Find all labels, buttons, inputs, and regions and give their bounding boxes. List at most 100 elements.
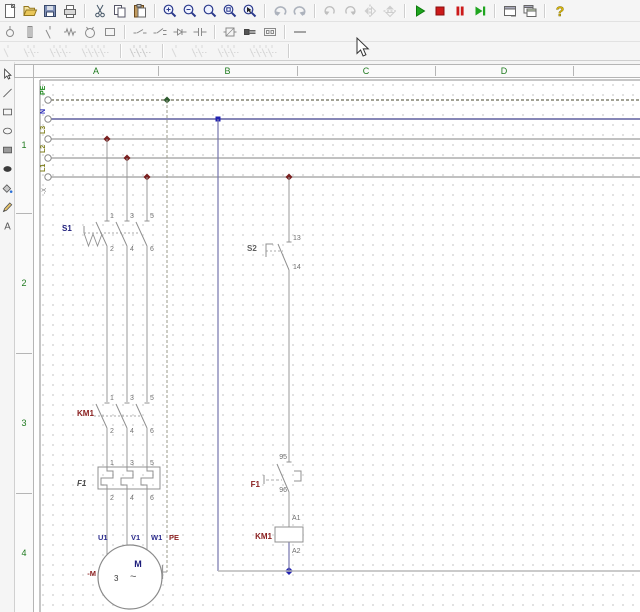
- flip-horizontal-button[interactable]: [360, 2, 380, 20]
- rectangle-tool-icon: [1, 104, 14, 120]
- column-tick: [573, 66, 574, 76]
- zoom-window-icon: [202, 3, 218, 19]
- filled-ellipse-tool-button[interactable]: [1, 159, 14, 178]
- select-button[interactable]: [1, 64, 14, 83]
- diode-icon: [172, 24, 188, 40]
- io-module-button[interactable]: [260, 23, 280, 41]
- connector-icon: [242, 24, 258, 40]
- svg-text:?: ?: [556, 3, 565, 19]
- fill-color-button[interactable]: [1, 178, 14, 197]
- terminal-icon: [2, 24, 18, 40]
- print-button[interactable]: [60, 2, 80, 20]
- wire-button[interactable]: [290, 23, 310, 41]
- zoom-page-icon: [222, 3, 238, 19]
- zoom-out-icon: [182, 3, 198, 19]
- paste-button[interactable]: [130, 2, 150, 20]
- ellipse-tool-button[interactable]: [1, 121, 14, 140]
- fuse-button[interactable]: [20, 23, 40, 41]
- save-icon: [42, 3, 58, 19]
- cascade-windows-button[interactable]: [520, 2, 540, 20]
- breaker-4p-button[interactable]: [78, 42, 116, 60]
- zoom-window-button[interactable]: [200, 2, 220, 20]
- switch-icon: [42, 24, 58, 40]
- toolbar-separator: [314, 4, 316, 18]
- open-button[interactable]: [20, 2, 40, 20]
- rotate-right-button[interactable]: [340, 2, 360, 20]
- stop-icon: [432, 3, 448, 19]
- switch-2p-button[interactable]: [188, 42, 214, 60]
- contacts-toolbar: [0, 42, 640, 61]
- undo-button[interactable]: [270, 2, 290, 20]
- breaker-2p-icon: [22, 43, 44, 59]
- symbols-toolbar: [0, 22, 640, 42]
- run-button[interactable]: [410, 2, 430, 20]
- filled-ellipse-tool-icon: [1, 161, 14, 177]
- step-button[interactable]: [470, 2, 490, 20]
- open-icon: [22, 3, 38, 19]
- rotate-left-icon: [322, 3, 338, 19]
- flip-vertical-button[interactable]: [380, 2, 400, 20]
- zoom-page-button[interactable]: [220, 2, 240, 20]
- ruler-corner: [14, 64, 34, 78]
- cut-button[interactable]: [90, 2, 110, 20]
- switch-3p-button[interactable]: [214, 42, 246, 60]
- resistor-icon: [62, 24, 78, 40]
- disconnector-3p-button[interactable]: [126, 42, 158, 60]
- switch-button[interactable]: [40, 23, 60, 41]
- switch-4p-icon: [248, 43, 282, 59]
- diode-button[interactable]: [170, 23, 190, 41]
- text-tool-icon: A: [1, 218, 14, 234]
- resistor-button[interactable]: [60, 23, 80, 41]
- row-tick: [16, 213, 32, 214]
- breaker-2p-button[interactable]: [20, 42, 46, 60]
- motor-symbol-button[interactable]: [80, 23, 100, 41]
- capacitor-icon: [192, 24, 208, 40]
- row-ruler: 1234: [14, 78, 34, 612]
- pencil-icon: [1, 199, 14, 215]
- flip-horizontal-icon: [362, 3, 378, 19]
- breaker-1p-button[interactable]: [0, 42, 20, 60]
- rectangle-tool-button[interactable]: [1, 102, 14, 121]
- switch-1p-button[interactable]: [168, 42, 188, 60]
- terminal-button[interactable]: [0, 23, 20, 41]
- zoom-pointer-button[interactable]: [240, 2, 260, 20]
- redo-button[interactable]: [290, 2, 310, 20]
- rotate-left-button[interactable]: [320, 2, 340, 20]
- ellipse-tool-icon: [1, 123, 14, 139]
- io-module-icon: [262, 24, 278, 40]
- disconnector-3p-icon: [128, 43, 156, 59]
- relay-button[interactable]: [220, 23, 240, 41]
- contact-changeover-button[interactable]: [150, 23, 170, 41]
- line-tool-button[interactable]: [1, 83, 14, 102]
- breaker-1p-icon: [2, 43, 18, 59]
- column-label: B: [158, 65, 297, 77]
- copy-button[interactable]: [110, 2, 130, 20]
- text-tool-button[interactable]: A: [1, 216, 14, 235]
- run-icon: [412, 3, 428, 19]
- column-header: ABCDE: [34, 64, 640, 78]
- new-window-button[interactable]: [500, 2, 520, 20]
- pencil-button[interactable]: [1, 197, 14, 216]
- stop-button[interactable]: [430, 2, 450, 20]
- switch-4p-button[interactable]: [246, 42, 284, 60]
- connector-button[interactable]: [240, 23, 260, 41]
- box-button[interactable]: [100, 23, 120, 41]
- save-button[interactable]: [40, 2, 60, 20]
- capacitor-button[interactable]: [190, 23, 210, 41]
- svg-text:A: A: [4, 221, 11, 232]
- schematic-canvas[interactable]: [34, 78, 640, 612]
- filled-rectangle-tool-button[interactable]: [1, 140, 14, 159]
- cascade-windows-icon: [522, 3, 538, 19]
- contact-no-button[interactable]: [130, 23, 150, 41]
- pause-button[interactable]: [450, 2, 470, 20]
- row-tick: [16, 353, 32, 354]
- contact-no-icon: [132, 24, 148, 40]
- zoom-in-button[interactable]: [160, 2, 180, 20]
- flip-vertical-icon: [382, 3, 398, 19]
- breaker-3p-button[interactable]: [46, 42, 78, 60]
- help-button[interactable]: ?: [550, 2, 570, 20]
- toolbar-separator: [494, 4, 496, 18]
- undo-icon: [272, 3, 288, 19]
- zoom-out-button[interactable]: [180, 2, 200, 20]
- new-button[interactable]: [0, 2, 20, 20]
